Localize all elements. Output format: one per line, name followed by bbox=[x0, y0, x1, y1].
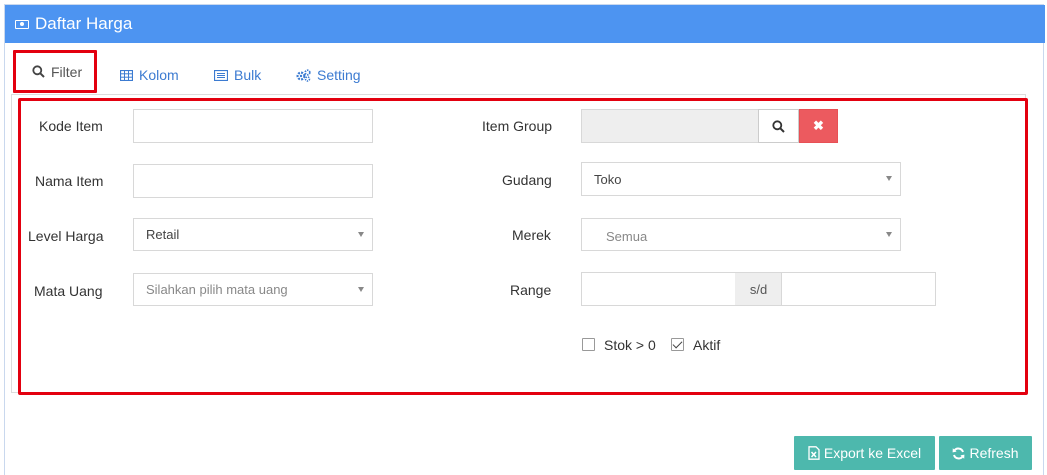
gudang-label: Gudang bbox=[502, 172, 552, 188]
tab-bulk[interactable]: Bulk bbox=[214, 55, 261, 95]
search-icon bbox=[32, 65, 45, 78]
table-icon bbox=[120, 69, 133, 81]
caret-down-icon bbox=[358, 287, 364, 292]
gudang-select[interactable]: Toko bbox=[581, 162, 901, 196]
item-group-clear-button[interactable]: ✖ bbox=[799, 109, 838, 143]
refresh-icon bbox=[952, 447, 965, 460]
nama-item-label: Nama Item bbox=[35, 173, 104, 189]
stok-checkbox[interactable] bbox=[582, 338, 595, 351]
mata-uang-select[interactable]: Silahkan pilih mata uang bbox=[133, 273, 373, 306]
close-icon: ✖ bbox=[813, 118, 824, 133]
item-group-input[interactable] bbox=[581, 109, 759, 143]
refresh-label: Refresh bbox=[969, 445, 1019, 461]
item-group-label: Item Group bbox=[482, 118, 553, 134]
file-excel-icon bbox=[808, 446, 820, 460]
list-icon bbox=[214, 69, 228, 81]
tab-bar: Filter Kolom Bulk Setting bbox=[0, 38, 1040, 96]
tab-label: Kolom bbox=[139, 67, 179, 83]
tab-label: Setting bbox=[317, 67, 361, 83]
caret-down-icon bbox=[886, 232, 892, 237]
kode-item-label: Kode Item bbox=[39, 118, 103, 134]
mata-uang-placeholder: Silahkan pilih mata uang bbox=[146, 282, 288, 297]
caret-down-icon bbox=[886, 176, 892, 181]
tab-kolom[interactable]: Kolom bbox=[120, 55, 179, 95]
export-excel-button[interactable]: Export ke Excel bbox=[794, 436, 935, 470]
merek-select[interactable]: Semua bbox=[581, 218, 901, 251]
aktif-checkbox[interactable] bbox=[671, 338, 684, 351]
range-to-input[interactable] bbox=[781, 272, 936, 306]
caret-down-icon bbox=[358, 232, 364, 237]
level-harga-select[interactable]: Retail bbox=[133, 218, 373, 251]
search-icon bbox=[772, 119, 785, 133]
range-label: Range bbox=[510, 282, 552, 298]
tab-label: Bulk bbox=[234, 67, 262, 83]
gudang-value: Toko bbox=[594, 171, 622, 187]
mata-uang-label: Mata Uang bbox=[34, 283, 103, 299]
aktif-checkbox-label: Aktif bbox=[693, 337, 721, 353]
money-icon bbox=[15, 19, 29, 29]
item-group-search-button[interactable] bbox=[758, 109, 799, 143]
gears-icon bbox=[296, 68, 311, 82]
tab-filter[interactable]: Filter bbox=[13, 50, 98, 93]
level-harga-value: Retail bbox=[146, 227, 180, 242]
range-from-input[interactable] bbox=[581, 272, 736, 306]
merek-label: Merek bbox=[512, 227, 551, 243]
range-separator: s/d bbox=[735, 272, 782, 306]
nama-item-input[interactable] bbox=[133, 164, 373, 198]
refresh-button[interactable]: Refresh bbox=[939, 436, 1032, 470]
tab-setting[interactable]: Setting bbox=[296, 55, 361, 95]
tab-label: Filter bbox=[51, 63, 83, 80]
kode-item-input[interactable] bbox=[133, 109, 373, 143]
level-harga-label: Level Harga bbox=[28, 228, 104, 244]
page-title: Daftar Harga bbox=[35, 14, 133, 33]
export-label: Export ke Excel bbox=[823, 445, 922, 461]
stok-checkbox-label: Stok > 0 bbox=[604, 337, 656, 353]
merek-value: Semua bbox=[606, 229, 648, 244]
